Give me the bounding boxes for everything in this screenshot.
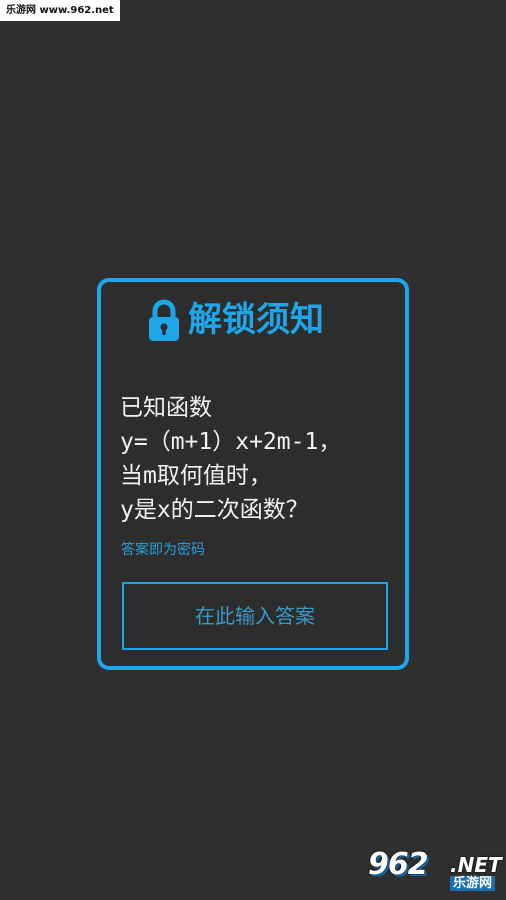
lock-screen: 乐游网 www.962.net 解锁须知 已知函数 y=（m+1）x+2m-1，… xyxy=(0,0,506,900)
source-watermark-tag: 乐游网 www.962.net xyxy=(0,0,120,21)
dialog-title: 解锁须知 xyxy=(188,300,324,340)
logo-number: 962 xyxy=(368,847,429,882)
question-line: 当m取何值时， xyxy=(120,463,272,489)
question-line: y是x的二次函数？ xyxy=(120,497,309,523)
answer-input[interactable] xyxy=(122,582,388,650)
question-line: 已知函数 xyxy=(120,395,212,421)
question-text: 已知函数 y=（m+1）x+2m-1， 当m取何值时， y是x的二次函数？ xyxy=(120,391,410,527)
logo-suffix: .NET xyxy=(450,853,502,877)
unlock-dialog: 解锁须知 已知函数 y=（m+1）x+2m-1， 当m取何值时， y是x的二次函… xyxy=(97,278,409,670)
question-line: y=（m+1）x+2m-1， xyxy=(120,429,342,455)
lock-icon xyxy=(149,299,179,341)
dialog-header: 解锁须知 xyxy=(147,296,324,344)
site-logo-watermark: 962 .NET 乐游网 xyxy=(366,847,502,894)
password-hint: 答案即为密码 xyxy=(121,542,205,558)
logo-name: 乐游网 xyxy=(450,876,496,891)
